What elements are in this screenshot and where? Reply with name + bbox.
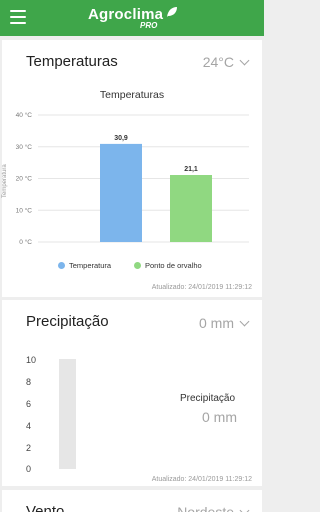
wind-selector[interactable]: Nordeste: [177, 504, 250, 512]
y-tick-label: 10 °C: [16, 206, 33, 214]
chevron-down-icon: [239, 505, 250, 512]
scale-label: 8: [26, 377, 32, 387]
wind-current-value: Nordeste: [177, 504, 234, 512]
y-axis-label: Temperatura: [2, 164, 8, 198]
scale-label: 6: [26, 399, 32, 409]
leaf-icon: [167, 7, 177, 17]
legend-item-ponto-de-orvalho[interactable]: Ponto de orvalho: [134, 261, 202, 270]
legend-item-temperatura[interactable]: Temperatura: [58, 261, 111, 270]
card-title: Precipitação: [26, 313, 109, 330]
updated-timestamp: Atualizado: 24/01/2019 11:29:12: [151, 284, 252, 291]
legend-dot-ponto-de-orvalho: [134, 261, 141, 269]
legend-label: Ponto de orvalho: [145, 261, 202, 270]
y-tick-label: 0 °C: [19, 238, 32, 246]
precipitation-current-value: 0 mm: [199, 315, 234, 331]
chevron-down-icon: [239, 316, 250, 327]
scale-label: 2: [26, 443, 32, 453]
wind-card: Vento Nordeste: [2, 490, 262, 512]
scale-label: 10: [26, 355, 37, 365]
gauge-value: 0 mm: [202, 409, 237, 425]
y-tick-label: 30 °C: [16, 143, 33, 151]
legend-label: Temperatura: [69, 261, 112, 270]
precipitation-gauge: [59, 359, 76, 469]
temperature-chart: 0 °C 10 °C 20 °C 30 °C 40 °C 30,9 21,1: [16, 111, 249, 246]
gauge-label: Precipitação: [180, 393, 236, 404]
temperature-card: Temperaturas 24°C Temperaturas 0 °C 10 °C…: [2, 40, 262, 297]
brand-logo: Agroclima PRO: [88, 6, 198, 32]
app-bar: Agroclima PRO: [0, 0, 264, 36]
card-title: Vento: [26, 503, 65, 512]
y-tick-label: 20 °C: [16, 175, 33, 183]
menu-icon[interactable]: [10, 10, 26, 24]
precipitation-card: Precipitação 0 mm 10 8 6 4 2 0 Precipita…: [2, 300, 262, 486]
data-label: 30,9: [114, 135, 128, 142]
bar-ponto-de-orvalho[interactable]: [170, 175, 212, 242]
updated-timestamp: Atualizado: 24/01/2019 11:29:12: [151, 476, 252, 483]
brand-sub: PRO: [140, 21, 158, 30]
data-label: 21,1: [184, 166, 198, 173]
scale-label: 0: [26, 464, 32, 474]
bar-temperatura[interactable]: [100, 143, 142, 242]
y-tick-label: 40 °C: [16, 111, 33, 119]
precipitation-selector[interactable]: 0 mm: [199, 315, 250, 331]
scale-label: 4: [26, 421, 32, 431]
legend-dot-temperatura: [58, 261, 65, 269]
